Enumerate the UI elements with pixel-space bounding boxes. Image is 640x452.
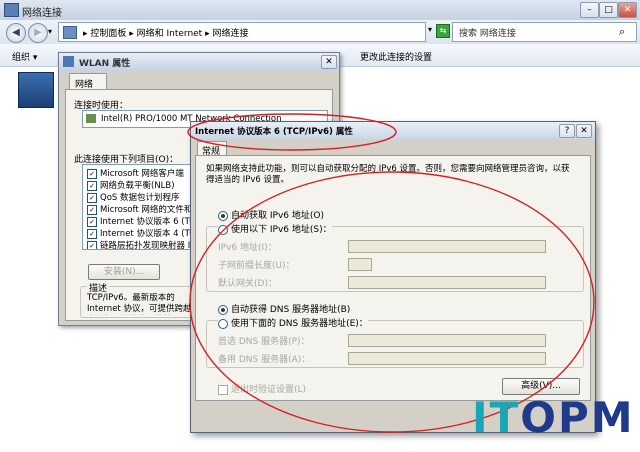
annotation-overlay — [187, 113, 595, 433]
title-highlight-ellipse — [187, 113, 397, 151]
itopm-logo: ITOPM — [472, 393, 635, 442]
